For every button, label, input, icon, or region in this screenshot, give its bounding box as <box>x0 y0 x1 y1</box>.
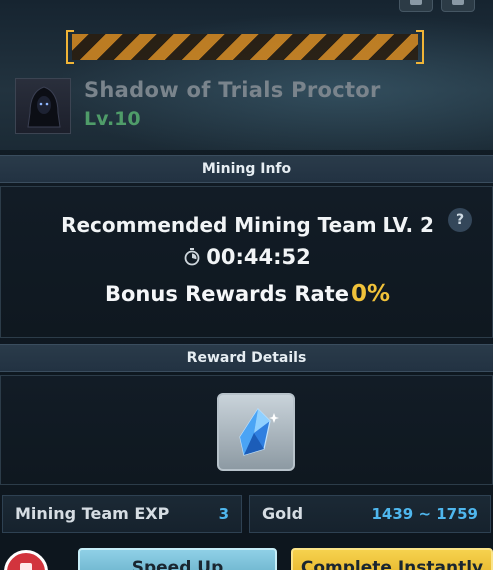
speed-up-label: Speed Up <box>131 558 224 570</box>
mining-timer: 00:44:52 <box>1 245 493 269</box>
hazard-stripes <box>72 34 418 60</box>
mining-exp-stat: Mining Team EXP 3 <box>2 495 242 533</box>
help-button[interactable]: ? <box>448 208 472 232</box>
bar-bracket-left <box>66 30 74 64</box>
complete-instantly-button[interactable]: Complete Instantly <box>291 548 493 570</box>
reward-details-header: Reward Details <box>0 344 493 372</box>
boss-header: Shadow of Trials Proctor Lv.10 <box>0 0 493 150</box>
share-icon[interactable] <box>399 0 433 12</box>
complete-instantly-label: Complete Instantly <box>300 558 484 570</box>
timer-value: 00:44:52 <box>206 245 311 269</box>
recommended-team-label: Recommended Mining Team <box>61 213 377 237</box>
boss-level: Lv.10 <box>84 108 141 130</box>
mining-popup: Shadow of Trials Proctor Lv.10 Mining In… <box>0 0 493 570</box>
recommended-team-line: Recommended Mining Team LV. 2 <box>1 213 493 237</box>
recommended-team-level: LV. 2 <box>382 213 434 237</box>
bonus-rate-value: 0% <box>350 281 390 307</box>
bonus-rate-label: Bonus Rewards Rate <box>104 282 349 306</box>
close-mining-button[interactable] <box>4 550 48 570</box>
reward-details-panel <box>0 375 493 485</box>
bar-bracket-right <box>416 30 424 64</box>
boss-health-bar <box>66 30 424 64</box>
gold-label: Gold <box>262 504 304 523</box>
hooded-figure-icon <box>27 86 61 128</box>
bonus-rate-line: Bonus Rewards Rate0% <box>1 281 493 307</box>
boss-name: Shadow of Trials Proctor <box>84 78 381 102</box>
pickaxe-icon <box>20 563 32 570</box>
blue-crystal-icon <box>239 408 279 456</box>
reward-item-slot[interactable] <box>217 393 295 471</box>
boss-portrait[interactable] <box>15 78 71 134</box>
mining-exp-value: 3 <box>218 505 229 523</box>
settings-icon[interactable] <box>441 0 475 12</box>
mining-info-panel: Recommended Mining Team LV. 2 ? 00:44:52 … <box>0 186 493 338</box>
speed-up-button[interactable]: Speed Up <box>78 548 277 570</box>
gold-stat: Gold 1439 ~ 1759 <box>249 495 491 533</box>
mining-info-header: Mining Info <box>0 155 493 183</box>
stopwatch-icon <box>184 248 200 266</box>
gold-value: 1439 ~ 1759 <box>371 505 478 523</box>
mining-exp-label: Mining Team EXP <box>15 504 170 523</box>
